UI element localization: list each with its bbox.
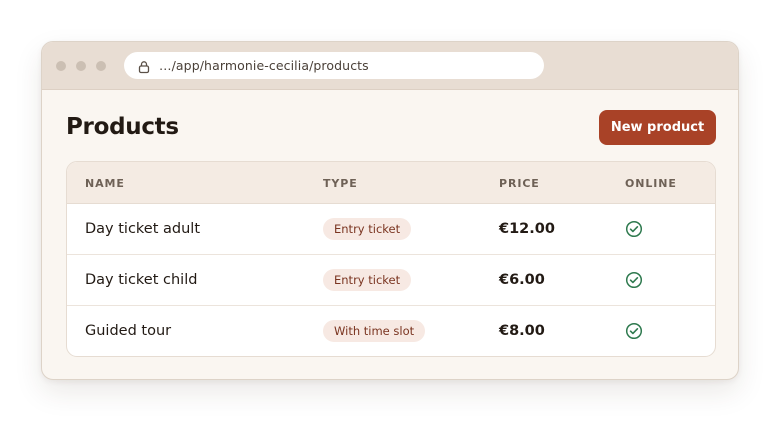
product-name[interactable]: Guided tour [85,323,171,339]
table-header: NAME TYPE PRICE ONLINE [67,162,715,204]
lock-icon [137,59,151,73]
new-product-button[interactable]: New product [599,110,716,145]
window-control-dot[interactable] [76,61,86,71]
address-bar[interactable]: …/app/harmonie-cecilia/products [124,52,544,79]
window-control-dot[interactable] [56,61,66,71]
check-circle-icon[interactable] [625,271,643,289]
window-control-dot[interactable] [96,61,106,71]
product-price: €12.00 [499,221,555,237]
address-bar-url: …/app/harmonie-cecilia/products [159,58,369,73]
products-table: NAME TYPE PRICE ONLINE Day ticket adult … [66,161,716,357]
check-circle-icon[interactable] [625,322,643,340]
browser-titlebar: …/app/harmonie-cecilia/products [42,42,738,90]
column-header-online[interactable]: ONLINE [625,177,677,190]
table-row[interactable]: Day ticket child Entry ticket €6.00 [67,255,715,306]
product-type-badge: Entry ticket [323,218,412,240]
product-name[interactable]: Day ticket adult [85,221,200,237]
product-type-badge: Entry ticket [323,269,412,291]
column-header-price[interactable]: PRICE [499,177,540,190]
product-price: €6.00 [499,272,545,288]
page-title: Products [66,114,179,140]
product-price: €8.00 [499,323,545,339]
table-row[interactable]: Day ticket adult Entry ticket €12.00 [67,204,715,255]
table-row[interactable]: Guided tour With time slot €8.00 [67,306,715,356]
check-circle-icon[interactable] [625,220,643,238]
product-name[interactable]: Day ticket child [85,272,197,288]
column-header-name[interactable]: NAME [85,177,125,190]
column-header-type[interactable]: TYPE [323,177,358,190]
browser-window: …/app/harmonie-cecilia/products Products… [41,41,739,380]
product-type-badge: With time slot [323,320,426,342]
